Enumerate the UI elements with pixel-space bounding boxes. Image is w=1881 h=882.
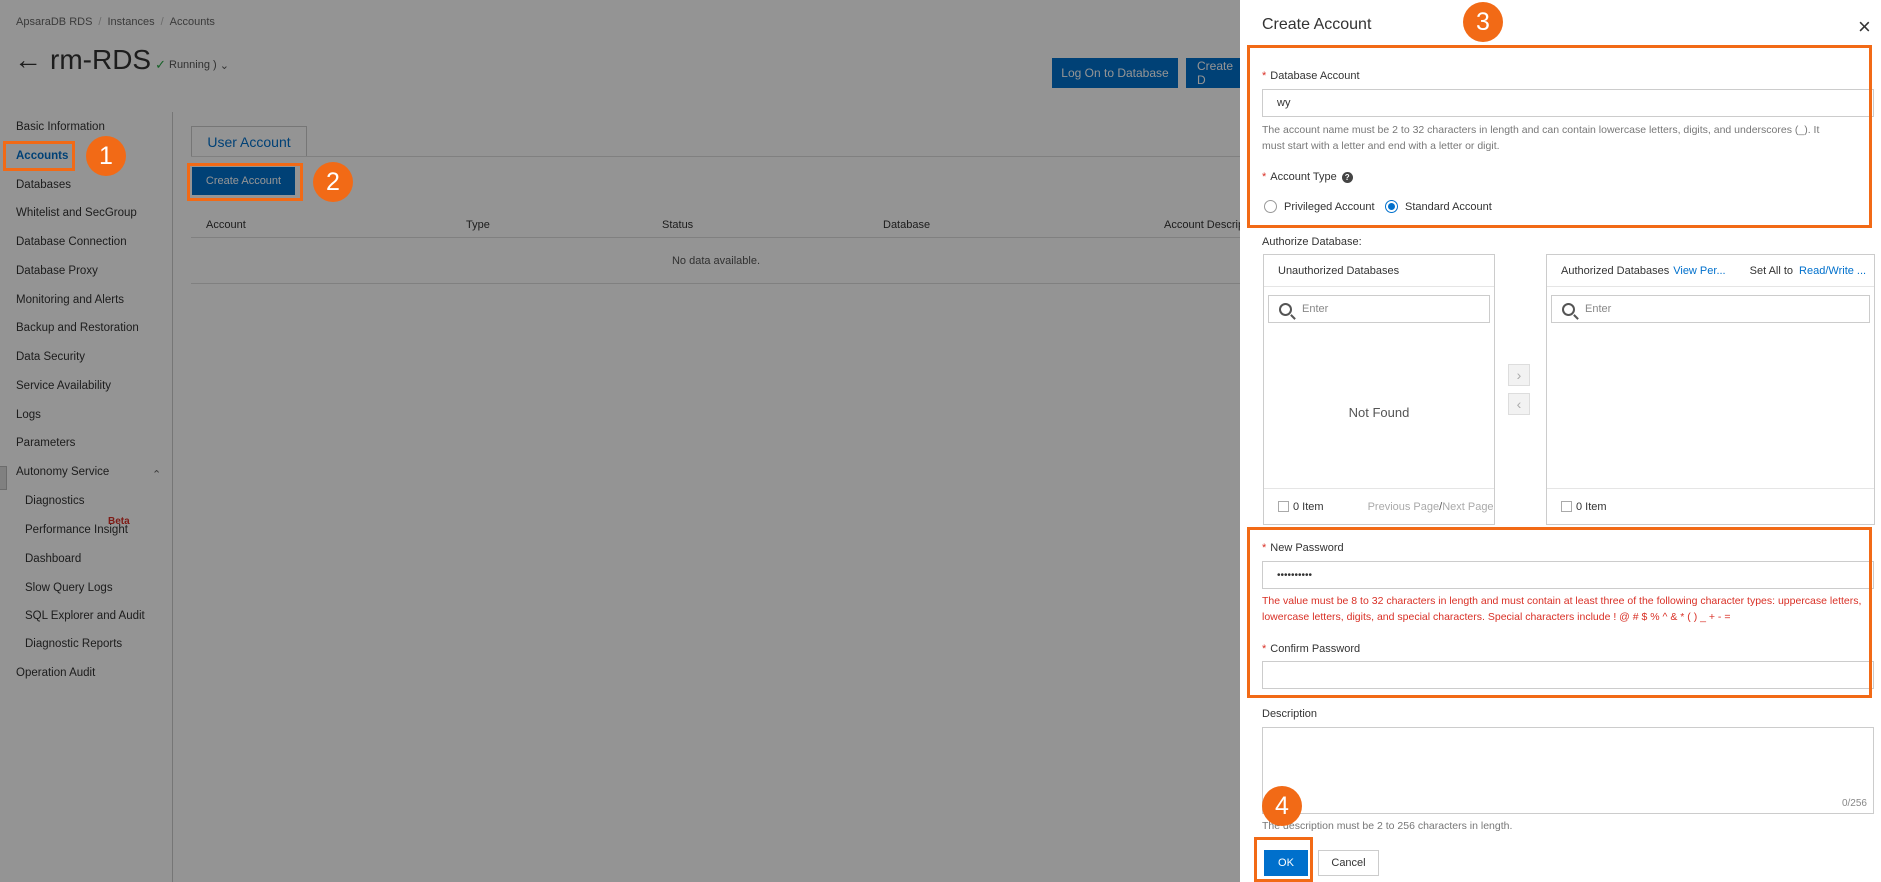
annotation-box-3b: [1247, 527, 1872, 698]
annotation-box-1: [3, 141, 75, 171]
select-all-checkbox[interactable]: [1278, 501, 1289, 512]
unauthorized-panel-title: Unauthorized Databases: [1278, 264, 1400, 277]
search-icon: [1562, 302, 1575, 316]
annotation-marker-1: 1: [86, 136, 126, 176]
unauthorized-databases-panel: Unauthorized Databases Enter Not Found 0…: [1263, 254, 1495, 525]
not-found-message: Not Found: [1348, 405, 1410, 420]
description-textarea[interactable]: 0/256: [1262, 727, 1874, 814]
view-permissions-link[interactable]: View Per...: [1673, 265, 1725, 277]
next-page-link[interactable]: Next Page: [1442, 501, 1493, 513]
set-all-read-write-link[interactable]: Read/Write ...: [1799, 265, 1866, 277]
pagination: Previous Page/Next Page: [1368, 501, 1494, 513]
search-icon: [1279, 302, 1292, 316]
unauthorized-panel-header: Unauthorized Databases: [1264, 255, 1494, 287]
annotation-marker-2: 2: [313, 162, 353, 202]
unauthorized-item-count: 0 Item: [1293, 500, 1324, 513]
authorize-database-label: Authorize Database:: [1262, 236, 1362, 248]
annotation-box-4: [1254, 837, 1313, 882]
authorized-panel-header: Authorized Databases View Per... Set All…: [1547, 255, 1874, 287]
authorized-search-input[interactable]: Enter: [1551, 295, 1870, 323]
annotation-marker-3: 3: [1463, 2, 1503, 42]
description-label: Description: [1262, 708, 1318, 720]
previous-page-link[interactable]: Previous Page: [1368, 501, 1440, 513]
annotation-box-3: [1247, 45, 1872, 228]
authorized-item-count: 0 Item: [1576, 500, 1607, 513]
drawer-title: Create Account: [1262, 16, 1372, 33]
description-hint: The description must be 2 to 256 charact…: [1262, 820, 1513, 832]
set-all-label: Set All to: [1749, 264, 1794, 277]
cancel-button[interactable]: Cancel: [1318, 850, 1379, 876]
close-icon[interactable]: ×: [1858, 16, 1871, 38]
move-left-button[interactable]: ‹: [1508, 393, 1530, 415]
unauthorized-panel-footer: 0 Item Previous Page/Next Page: [1264, 488, 1494, 524]
modal-overlay[interactable]: [0, 0, 1240, 882]
select-all-checkbox[interactable]: [1561, 501, 1572, 512]
annotation-box-2: [187, 163, 303, 201]
authorized-panel-footer: 0 Item: [1547, 488, 1874, 524]
authorized-search-placeholder: Enter: [1585, 303, 1612, 315]
description-char-counter: 0/256: [1841, 798, 1867, 809]
annotation-marker-4: 4: [1262, 786, 1302, 826]
move-right-button[interactable]: ›: [1508, 364, 1530, 386]
unauthorized-search-input[interactable]: Enter: [1268, 295, 1490, 323]
unauthorized-search-placeholder: Enter: [1302, 303, 1329, 315]
authorized-databases-panel: Authorized Databases View Per... Set All…: [1546, 254, 1875, 525]
authorized-panel-title: Authorized Databases: [1561, 264, 1670, 277]
